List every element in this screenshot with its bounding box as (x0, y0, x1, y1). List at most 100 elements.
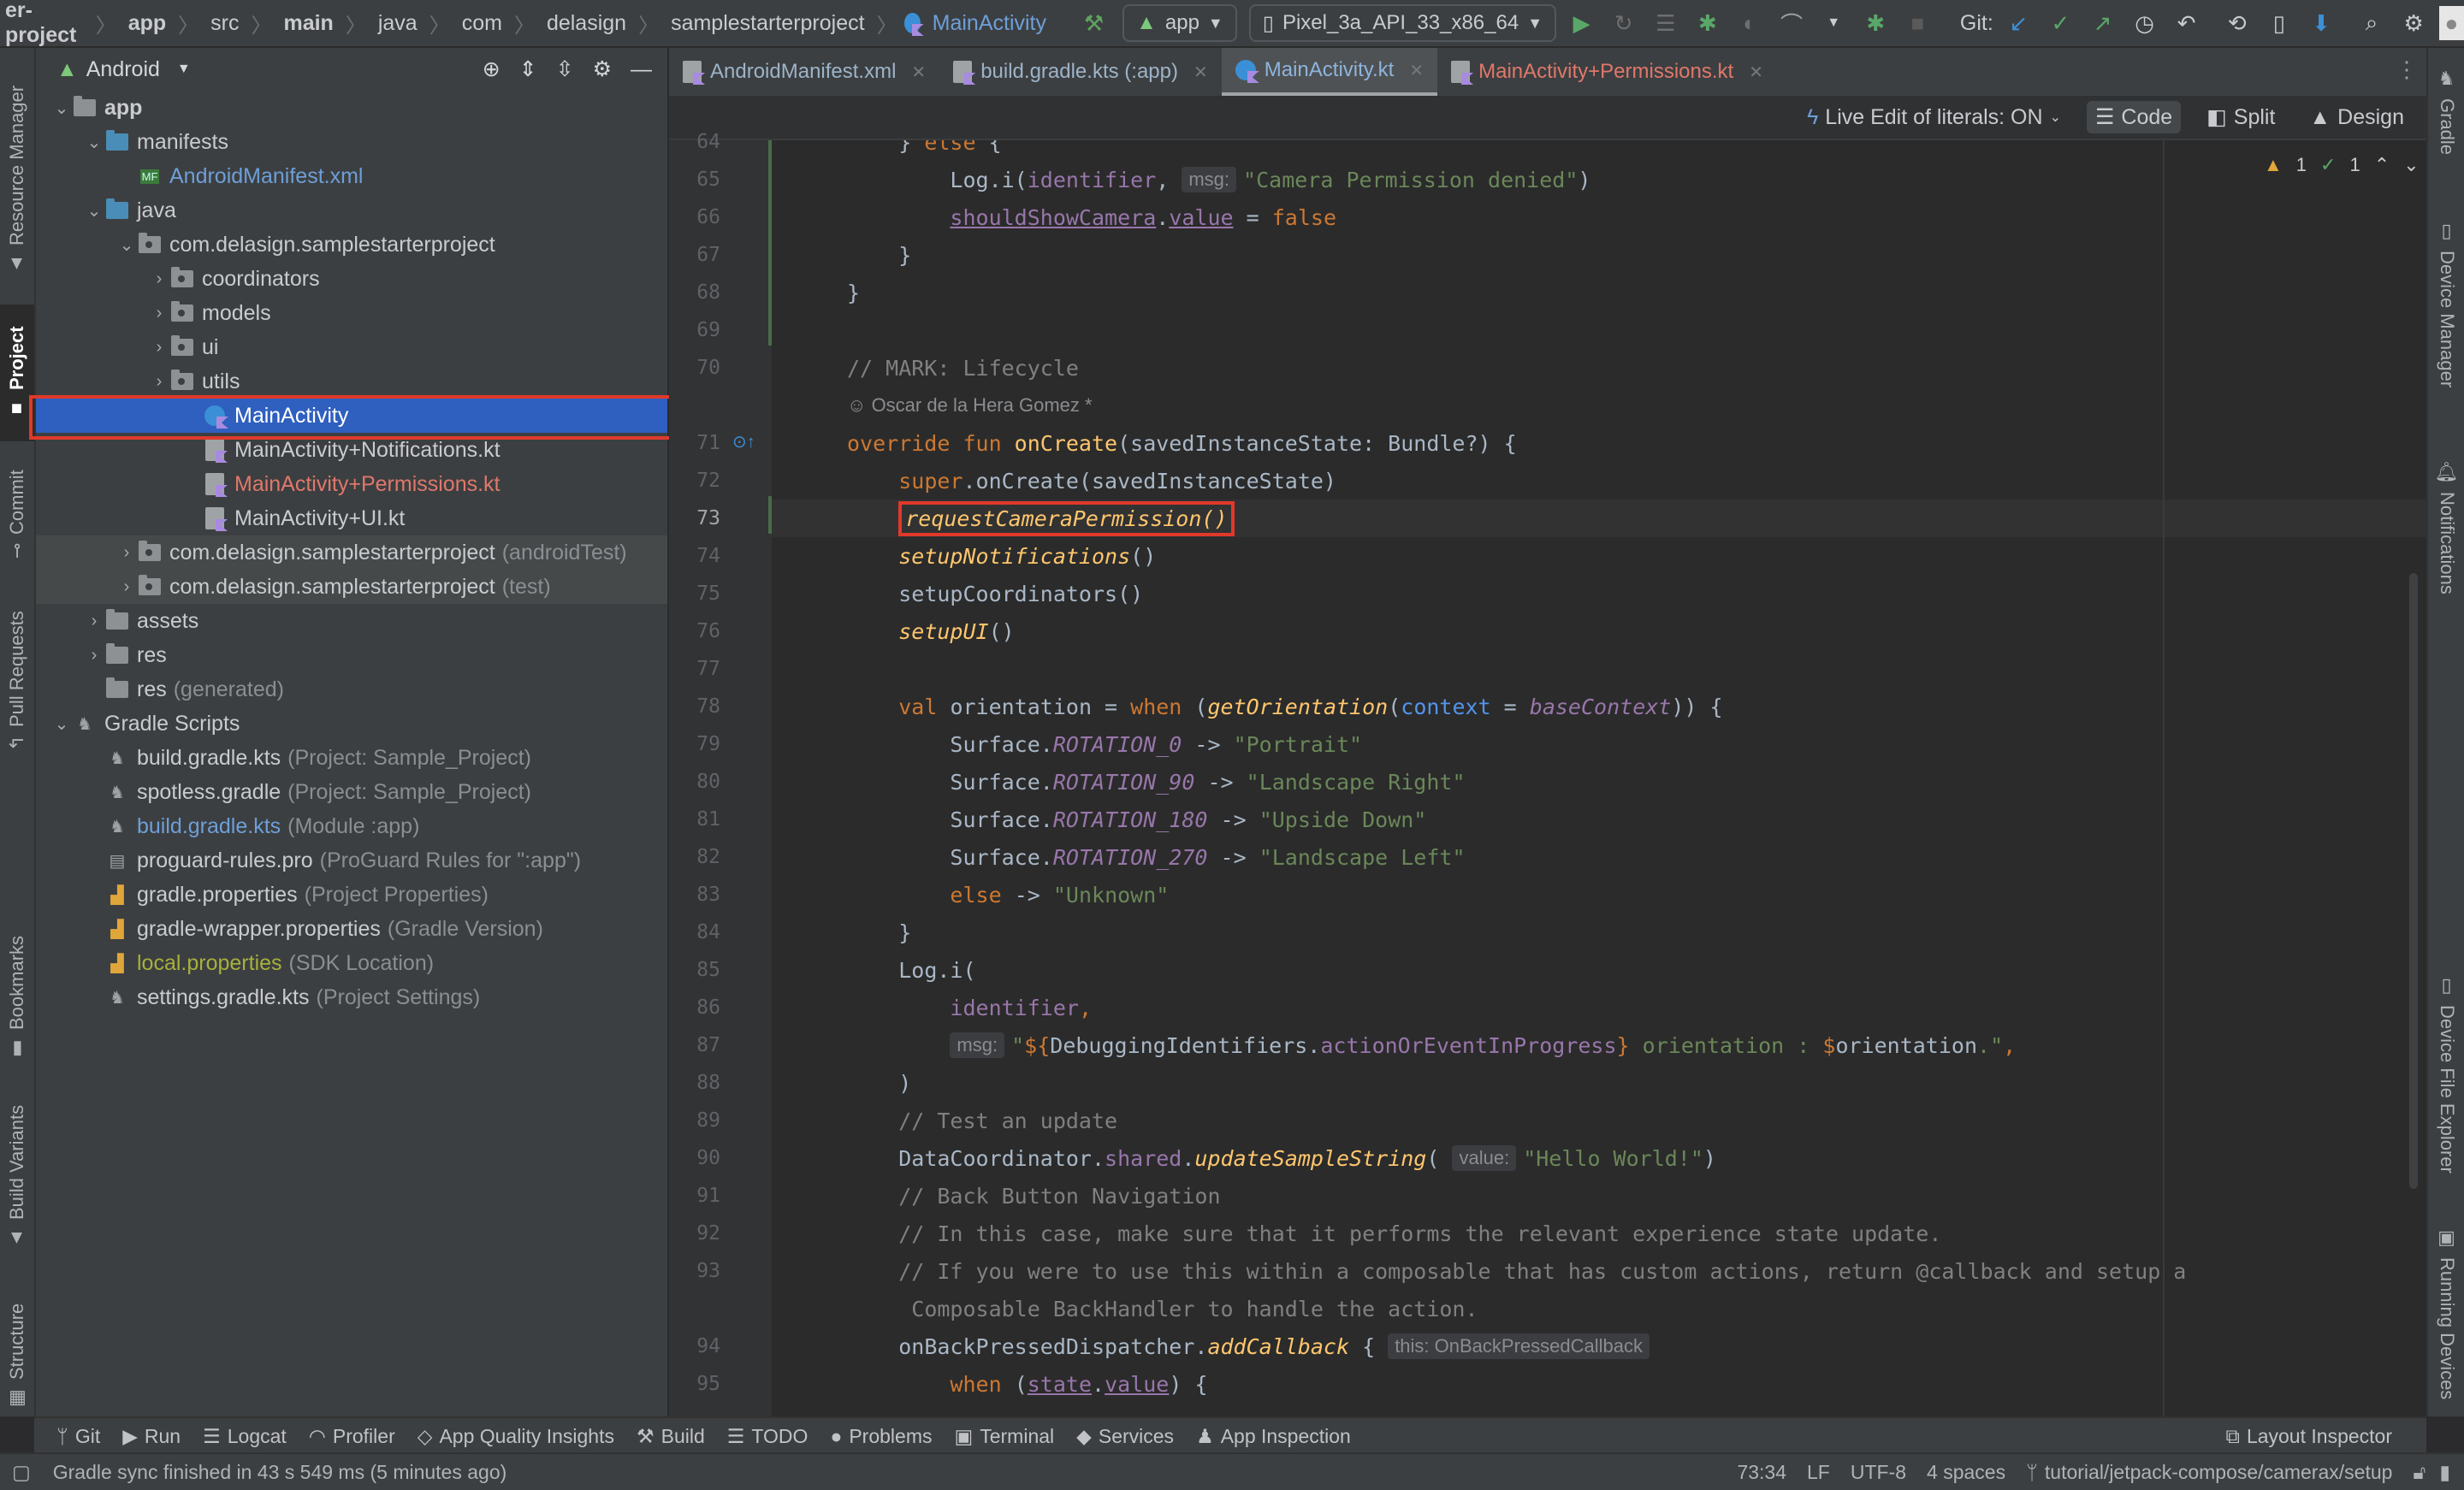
line-number[interactable]: 65 (669, 161, 720, 198)
code-line[interactable]: Log.i(identifier, msg: "Camera Permission… (772, 161, 2426, 198)
editor-tab[interactable]: MainActivity.kt ✕ (1221, 48, 1438, 96)
code-line[interactable]: Surface. ROTATION_0 -> "Portrait" (772, 725, 2426, 763)
code-line[interactable]: setupCoordinators() (772, 575, 2426, 612)
profile-icon[interactable]: ⌒ (1775, 6, 1809, 40)
build-hammer-icon[interactable]: ⚒ (1077, 6, 1111, 40)
override-method-icon[interactable]: ⊙↑ (732, 431, 755, 452)
code-line[interactable]: msg: " ${DebuggingIdentifiers. actionOrEven… (772, 1026, 2426, 1064)
line-number[interactable]: 88 (669, 1064, 720, 1102)
expand-all-icon[interactable]: ⇕ (519, 56, 537, 82)
tree-item[interactable]: › com.delasign.samplestarterproject (test) (36, 570, 667, 604)
line-number[interactable]: 75 (669, 575, 720, 612)
tree-item[interactable]: › utils (36, 364, 667, 399)
line-number[interactable]: 90 (669, 1139, 720, 1177)
breadcrumb-item[interactable]: main (278, 11, 338, 36)
code-line[interactable]: Surface. ROTATION_180 -> "Upside Down" (772, 801, 2426, 838)
tool-services[interactable]: ◆ Services (1076, 1425, 1174, 1448)
apply-code-changes-icon[interactable]: ☰ (1649, 6, 1682, 40)
code-line[interactable]: setupUI() (772, 612, 2426, 650)
caret-position[interactable]: 73:34 (1737, 1461, 1786, 1484)
tool-terminal[interactable]: ▣ Terminal (955, 1425, 1055, 1448)
tree-item[interactable]: › com.delasign.samplestarterproject (andro… (36, 535, 667, 570)
line-number[interactable]: 69 (669, 311, 720, 349)
tool-profiler[interactable]: ◠ Profiler (309, 1425, 395, 1448)
line-number[interactable]: 93 (669, 1252, 720, 1290)
chevron-right-icon[interactable]: › (84, 646, 104, 665)
indent-setting[interactable]: 4 spaces (1927, 1461, 2005, 1484)
gradle-sync-icon[interactable]: ⟲ (2220, 6, 2254, 40)
line-number[interactable]: 91 (669, 1177, 720, 1215)
code-editor[interactable]: } else { Log.i(identifier, msg: "Camera P… (772, 140, 2426, 1416)
code-line[interactable]: } (772, 914, 2426, 951)
line-number[interactable]: 86 (669, 989, 720, 1026)
tree-item[interactable]: ▟ gradle.properties (Project Properties) (36, 878, 667, 912)
next-highlight-icon[interactable]: ⌄ (2403, 154, 2419, 176)
tree-item[interactable]: ▟ gradle-wrapper.properties (Gradle Versio… (36, 912, 667, 946)
tool-tab-commit[interactable]: ⊸ Commit (0, 450, 34, 578)
line-number[interactable]: 77 (669, 650, 720, 688)
lock-icon[interactable]: 🔓︎ (2413, 1461, 2426, 1484)
tool-tab-build-variants[interactable]: ▲ Build Variants (0, 1091, 34, 1262)
tool-tab-device-manager[interactable]: ▯ Device Manager (2428, 185, 2464, 424)
event-log-icon[interactable]: ▮ (2439, 1461, 2450, 1484)
git-branch[interactable]: tutorial/jetpack-compose/camerax/setup (2045, 1461, 2393, 1484)
tree-item[interactable]: › ui (36, 330, 667, 364)
attach-debugger-icon[interactable]: ✱ (1859, 6, 1892, 40)
line-number[interactable]: 67 (669, 236, 720, 274)
tool-tab-device-file-explorer[interactable]: ▯ Device File Explorer (2428, 963, 2464, 1185)
tree-item[interactable]: MainActivity+UI.kt (36, 501, 667, 535)
run-config-dropdown[interactable]: ▲ app ▼ (1122, 4, 1237, 42)
code-line[interactable] (772, 650, 2426, 688)
tree-item[interactable]: ♞ spotless.gradle (Project: Sample_Project… (36, 775, 667, 809)
code-line[interactable]: } (772, 236, 2426, 274)
gear-icon[interactable]: ⚙ (593, 56, 612, 82)
editor-tab[interactable]: MainActivity+Permissions.kt ✕ (1437, 48, 1777, 96)
line-number[interactable]: 80 (669, 763, 720, 801)
tool-app-inspection[interactable]: ♟ App Inspection (1196, 1425, 1351, 1448)
line-number[interactable]: 81 (669, 801, 720, 838)
tool-tab-gradle[interactable]: ♞ Gradle (2428, 56, 2464, 168)
tree-item[interactable]: MF AndroidManifest.xml (36, 159, 667, 193)
code-line[interactable]: } (772, 274, 2426, 311)
code-line[interactable]: // Test an update (772, 1102, 2426, 1139)
breadcrumb-item[interactable]: samplestarterproject (666, 11, 869, 36)
breadcrumb-item[interactable]: src (205, 11, 244, 36)
line-number[interactable]: 95 (669, 1365, 720, 1403)
line-number[interactable]: 92 (669, 1215, 720, 1252)
tool-build[interactable]: ⚒ Build (637, 1425, 705, 1448)
line-number[interactable]: 73 (669, 500, 720, 537)
tree-item[interactable]: ⌄ java (36, 193, 667, 228)
breadcrumb-item[interactable]: delasign (542, 11, 631, 36)
chevron-right-icon[interactable]: › (149, 304, 169, 323)
editor-scrollbar[interactable] (2409, 573, 2418, 1189)
code-line[interactable]: Surface. ROTATION_270 -> "Landscape Left" (772, 838, 2426, 876)
code-line[interactable] (772, 311, 2426, 349)
code-line[interactable]: identifier, (772, 989, 2426, 1026)
device-manager-icon[interactable]: ▯ (2262, 6, 2295, 40)
tool-tab-bookmarks[interactable]: ▮ Bookmarks (0, 920, 34, 1074)
run-coverage-icon[interactable]: ◐ (1732, 6, 1766, 40)
close-icon[interactable]: ✕ (1409, 60, 1424, 81)
code-line[interactable]: super .onCreate(savedInstanceState) (772, 462, 2426, 500)
line-number[interactable]: 83 (669, 876, 720, 914)
file-encoding[interactable]: UTF-8 (1851, 1461, 1906, 1484)
tree-item[interactable]: ♞ build.gradle.kts (Project: Sample_Projec… (36, 741, 667, 775)
debug-icon[interactable]: ✱ (1691, 6, 1724, 40)
tree-item[interactable]: res (generated) (36, 672, 667, 707)
line-number[interactable]: 84 (669, 914, 720, 951)
close-icon[interactable]: ✕ (1749, 62, 1763, 83)
tool-layout-inspector[interactable]: ⧉ Layout Inspector (2226, 1425, 2393, 1448)
chevron-down-icon[interactable]: ▼ (177, 62, 191, 77)
tree-item[interactable]: ♞ settings.gradle.kts (Project Settings) (36, 980, 667, 1014)
tree-item[interactable]: › assets (36, 604, 667, 638)
history-icon[interactable]: ◷ (2128, 6, 2161, 40)
line-number[interactable]: 66 (669, 198, 720, 236)
line-number[interactable]: 79 (669, 725, 720, 763)
code-line[interactable]: // MARK: Lifecycle (772, 349, 2426, 387)
stop-icon[interactable]: ■ (1901, 6, 1934, 40)
status-message[interactable]: Gradle sync finished in 43 s 549 ms (5 m… (53, 1461, 507, 1484)
tool-tab-resource-manager[interactable]: ▲ Resource Manager (0, 65, 34, 296)
chevron-down-icon[interactable]: ⌄ (116, 234, 137, 256)
line-number[interactable]: 70 (669, 349, 720, 387)
tree-item[interactable]: ♞ build.gradle.kts (Module :app) (36, 809, 667, 843)
